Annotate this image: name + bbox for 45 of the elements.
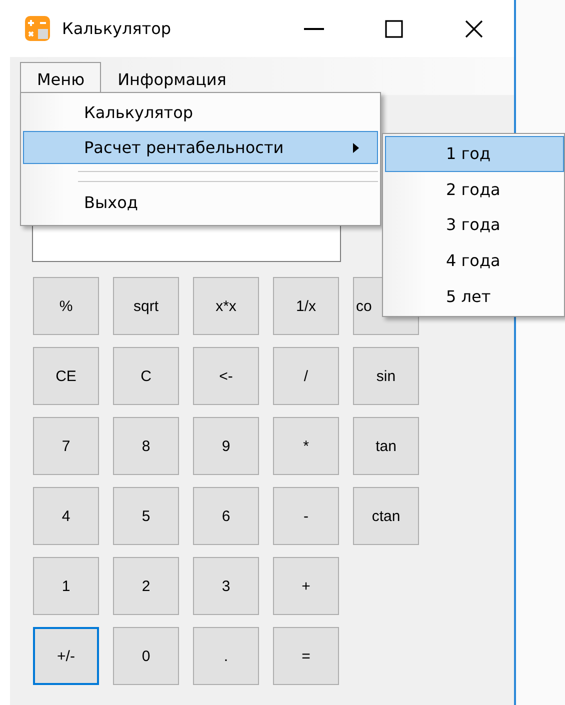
keypad-button[interactable]: CE bbox=[33, 347, 99, 405]
keypad-button[interactable]: + bbox=[273, 557, 339, 615]
keypad-button[interactable]: 0 bbox=[113, 627, 179, 685]
keypad-button[interactable]: / bbox=[273, 347, 339, 405]
keypad-button[interactable]: +/- bbox=[33, 627, 99, 685]
minimize-icon[interactable] bbox=[304, 28, 324, 30]
keypad-button[interactable]: 8 bbox=[113, 417, 179, 475]
menu-item[interactable]: Расчет рентабельности bbox=[23, 131, 378, 164]
keypad-button[interactable]: x*x bbox=[193, 277, 259, 335]
window-title: Калькулятор bbox=[62, 19, 172, 38]
menu-item[interactable]: Выход bbox=[23, 186, 378, 219]
calculator-icon bbox=[25, 16, 50, 41]
keypad-button[interactable]: <- bbox=[193, 347, 259, 405]
keypad-button[interactable]: 6 bbox=[193, 487, 259, 545]
keypad-button[interactable]: sqrt bbox=[113, 277, 179, 335]
menu-item-label: Расчет рентабельности bbox=[84, 138, 285, 157]
menu-item-label: Выход bbox=[84, 193, 139, 212]
keypad-button[interactable]: 1 bbox=[33, 557, 99, 615]
close-icon[interactable] bbox=[465, 20, 483, 38]
keypad-button[interactable]: C bbox=[113, 347, 179, 405]
submenu-item[interactable]: 2 года bbox=[385, 172, 564, 208]
submenu-item[interactable]: 3 года bbox=[385, 207, 564, 243]
keypad-button[interactable]: 5 bbox=[113, 487, 179, 545]
keypad-button[interactable]: ctan bbox=[353, 487, 419, 545]
keypad-button[interactable]: 1/x bbox=[273, 277, 339, 335]
menu-tab[interactable]: Меню bbox=[20, 62, 101, 95]
submenu-item[interactable]: 4 года bbox=[385, 242, 564, 278]
menu-item-label: Калькулятор bbox=[84, 103, 194, 122]
keypad-button[interactable]: 7 bbox=[33, 417, 99, 475]
keypad-button[interactable]: 2 bbox=[113, 557, 179, 615]
menu-item[interactable]: Калькулятор bbox=[23, 96, 378, 129]
menu-tab[interactable]: Информация bbox=[100, 62, 242, 95]
keypad-button[interactable]: = bbox=[273, 627, 339, 685]
keypad-button[interactable]: tan bbox=[353, 417, 419, 475]
keypad-button[interactable]: . bbox=[193, 627, 259, 685]
keypad-button[interactable]: - bbox=[273, 487, 339, 545]
keypad-button[interactable]: sin bbox=[353, 347, 419, 405]
keypad-button[interactable]: % bbox=[33, 277, 99, 335]
keypad-button[interactable]: 9 bbox=[193, 417, 259, 475]
submenu-item[interactable]: 5 лет bbox=[385, 278, 564, 314]
maximize-icon[interactable] bbox=[385, 20, 403, 38]
submenu-item[interactable]: 1 год bbox=[385, 136, 564, 172]
keypad-button[interactable]: * bbox=[273, 417, 339, 475]
keypad-button[interactable]: 4 bbox=[33, 487, 99, 545]
keypad-button[interactable]: 3 bbox=[193, 557, 259, 615]
